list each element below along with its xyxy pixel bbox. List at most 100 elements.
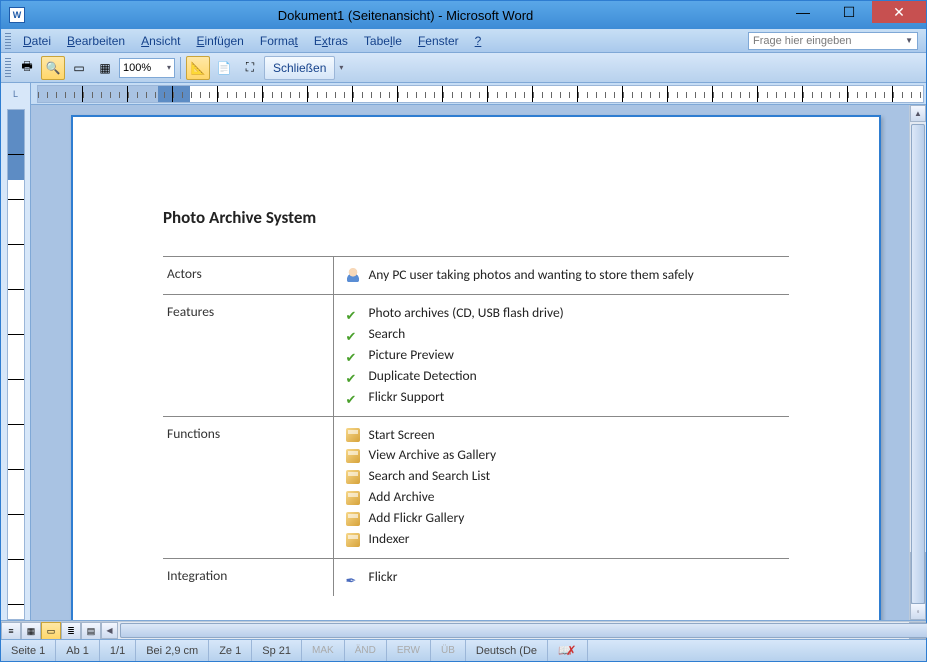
toolbar-overflow-icon[interactable]: ▾ [339, 63, 343, 72]
view-outline-button[interactable]: ≣ [61, 622, 81, 640]
item-text: Add Flickr Gallery [369, 508, 465, 529]
box-icon [346, 512, 360, 526]
list-item: Flickr [346, 567, 780, 588]
row-label: Features [163, 294, 333, 416]
actor-icon [346, 268, 360, 282]
menu-extras[interactable]: Extras [306, 32, 356, 50]
close-preview-button[interactable]: Schließen [264, 56, 335, 80]
shrink-to-fit-button[interactable]: 📄 [212, 56, 236, 80]
list-item: Flickr Support [346, 387, 780, 408]
list-item: Search [346, 324, 780, 345]
item-text: Indexer [369, 529, 410, 550]
status-page[interactable]: Seite 1 [1, 640, 56, 661]
status-erw[interactable]: ERW [387, 640, 431, 661]
status-bar: Seite 1 Ab 1 1/1 Bei 2,9 cm Ze 1 Sp 21 M… [1, 639, 926, 661]
menu-einfuegen[interactable]: Einfügen [188, 32, 251, 50]
next-page-button[interactable]: ◦ [910, 603, 926, 620]
list-item: Picture Preview [346, 345, 780, 366]
status-column[interactable]: Sp 21 [252, 640, 302, 661]
menu-bearbeiten[interactable]: Bearbeiten [59, 32, 133, 50]
ruler-button[interactable]: 📐 [186, 56, 210, 80]
multi-page-button[interactable]: ▦ [93, 56, 117, 80]
list-item: Add Archive [346, 487, 780, 508]
feather-icon [346, 571, 360, 585]
close-button[interactable]: ✕ [872, 1, 926, 23]
status-aend[interactable]: ÄND [345, 640, 387, 661]
help-search-input[interactable]: Frage hier eingeben ▼ [748, 32, 918, 50]
toolbar-grip[interactable] [5, 58, 11, 78]
list-item: View Archive as Gallery [346, 445, 780, 466]
print-button[interactable]: 🖶 [15, 56, 39, 80]
scroll-up-button[interactable]: ▲ [910, 105, 926, 122]
status-mak[interactable]: MAK [302, 640, 345, 661]
view-print-button[interactable]: ▭ [41, 622, 61, 640]
item-text: Duplicate Detection [369, 366, 477, 387]
view-web-button[interactable]: ▦ [21, 622, 41, 640]
page-content: Photo Archive System ActorsAny PC user t… [73, 117, 879, 596]
item-text: Photo archives (CD, USB flash drive) [369, 303, 564, 324]
menu-format[interactable]: Format [252, 32, 306, 50]
list-item: Start Screen [346, 425, 780, 446]
view-reading-button[interactable]: ▤ [81, 622, 101, 640]
check-icon [346, 369, 360, 383]
row-label: Actors [163, 257, 333, 295]
item-text: Start Screen [369, 425, 435, 446]
app-window: W Dokument1 (Seitenansicht) - Microsoft … [0, 0, 927, 662]
hscroll-thumb[interactable] [120, 623, 927, 638]
list-item: Duplicate Detection [346, 366, 780, 387]
ruler-corner[interactable]: L [1, 83, 31, 105]
status-pages[interactable]: 1/1 [100, 640, 136, 661]
zoom-value: 100% [123, 62, 151, 74]
menu-tabelle[interactable]: Tabelle [356, 32, 410, 50]
status-line[interactable]: Ze 1 [209, 640, 252, 661]
table-row: FunctionsStart ScreenView Archive as Gal… [163, 416, 789, 559]
horizontal-ruler[interactable] [37, 85, 924, 103]
box-icon [346, 491, 360, 505]
status-at[interactable]: Bei 2,9 cm [136, 640, 209, 661]
vertical-ruler[interactable] [7, 109, 25, 620]
item-text: Add Archive [369, 487, 435, 508]
minimize-button[interactable]: — [780, 1, 826, 23]
bottom-bar: ≡ ▦ ▭ ≣ ▤ ◀ ▶ [1, 621, 926, 639]
table-row: IntegrationFlickr [163, 559, 789, 596]
table-row: ActorsAny PC user taking photos and want… [163, 257, 789, 295]
scroll-left-button[interactable]: ◀ [101, 622, 118, 639]
ruler-row: L [1, 83, 926, 105]
one-page-button[interactable]: ▭ [67, 56, 91, 80]
check-icon [346, 348, 360, 362]
list-item: Photo archives (CD, USB flash drive) [346, 303, 780, 324]
view-normal-button[interactable]: ≡ [1, 622, 21, 640]
status-spellcheck-icon[interactable]: 📖✗ [548, 640, 588, 661]
menu-fenster[interactable]: Fenster [410, 32, 467, 50]
menu-datei[interactable]: Datei [15, 32, 59, 50]
menubar-grip[interactable] [5, 33, 11, 49]
menu-ansicht[interactable]: Ansicht [133, 32, 188, 50]
status-ueb[interactable]: ÜB [431, 640, 466, 661]
scroll-track[interactable] [910, 122, 926, 552]
scroll-thumb[interactable] [911, 124, 925, 604]
list-item: Search and Search List [346, 466, 780, 487]
help-placeholder: Frage hier eingeben [753, 35, 851, 47]
toolbar-separator [180, 57, 181, 79]
status-section[interactable]: Ab 1 [56, 640, 100, 661]
menu-help[interactable]: ? [467, 32, 490, 50]
check-icon [346, 306, 360, 320]
magnifier-button[interactable]: 🔍 [41, 56, 65, 80]
check-icon [346, 327, 360, 341]
chevron-down-icon: ▾ [167, 63, 171, 72]
item-text: Flickr [369, 567, 398, 588]
zoom-select[interactable]: 100% ▾ [119, 58, 175, 78]
window-controls: — ☐ ✕ [780, 1, 926, 29]
row-content: Photo archives (CD, USB flash drive)Sear… [333, 294, 789, 416]
window-title: Dokument1 (Seitenansicht) - Microsoft Wo… [31, 8, 780, 23]
status-language[interactable]: Deutsch (De [466, 640, 548, 661]
horizontal-scrollbar[interactable]: ◀ ▶ [101, 622, 926, 639]
maximize-button[interactable]: ☐ [826, 1, 872, 23]
vertical-scrollbar[interactable]: ▲ ▼ ◦ ● ◦ [909, 105, 926, 620]
box-icon [346, 533, 360, 547]
box-icon [346, 449, 360, 463]
item-text: Picture Preview [369, 345, 454, 366]
table-row: FeaturesPhoto archives (CD, USB flash dr… [163, 294, 789, 416]
document-canvas[interactable]: Photo Archive System ActorsAny PC user t… [31, 105, 909, 620]
fullscreen-button[interactable]: ⛶ [238, 56, 262, 80]
